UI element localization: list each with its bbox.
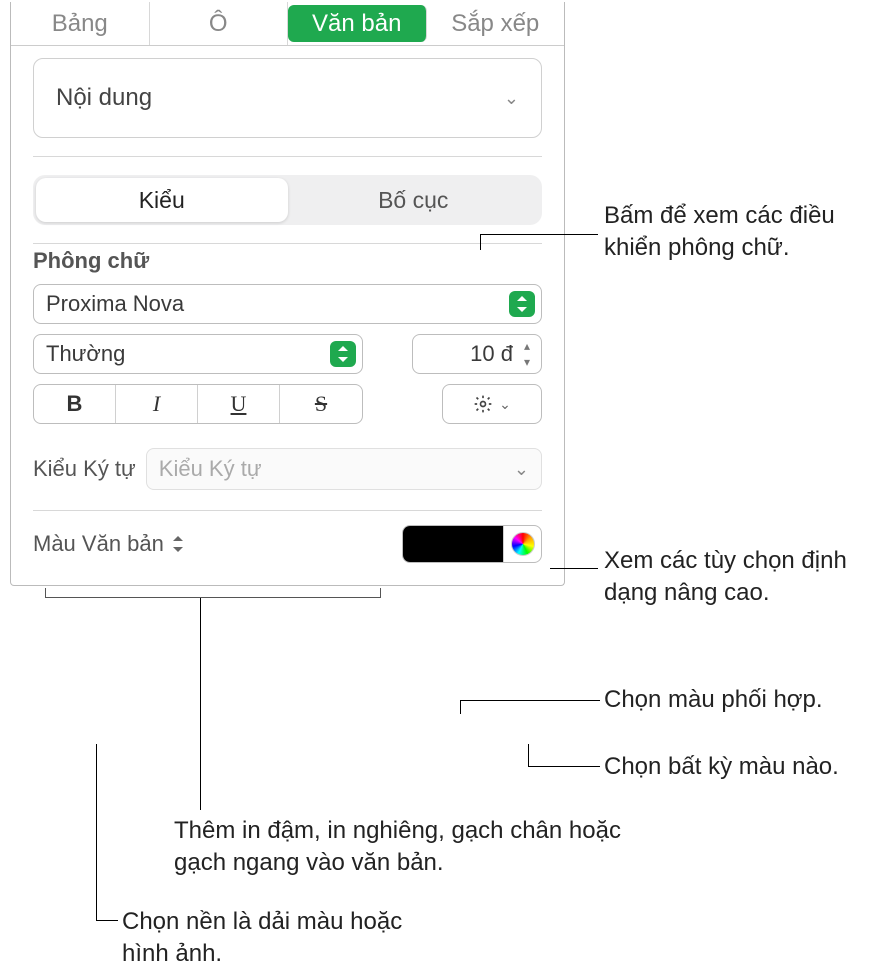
- callout-font-controls: Bấm để xem các điều khiển phông chữ.: [604, 200, 894, 265]
- callout-line: [460, 700, 461, 714]
- callout-bg: Chọn nền là dải màu hoặc hình ảnh.: [122, 906, 452, 971]
- char-style-select[interactable]: Kiểu Ký tự ⌄: [146, 448, 542, 490]
- chevron-down-icon: ⌄: [504, 88, 519, 109]
- color-wheel-icon: [511, 532, 535, 556]
- subtab-layout[interactable]: Bố cục: [288, 178, 540, 222]
- font-family-select[interactable]: Proxima Nova: [33, 284, 542, 324]
- callout-line: [550, 568, 598, 569]
- text-color-label: Màu Văn bản: [33, 531, 164, 557]
- chevron-down-icon: ⌄: [499, 396, 511, 413]
- font-family-value: Proxima Nova: [46, 291, 184, 317]
- color-wheel-button[interactable]: [503, 526, 541, 562]
- tab-table[interactable]: Bảng: [11, 2, 150, 45]
- tab-text[interactable]: Văn bản: [288, 5, 427, 42]
- bold-button[interactable]: B: [34, 385, 116, 423]
- font-size-value: 10 đ: [470, 341, 513, 367]
- tab-cell[interactable]: Ô: [150, 2, 289, 45]
- strikethrough-button[interactable]: S: [280, 385, 362, 423]
- callout-bius: Thêm in đậm, in nghiêng, gạch chân hoặc …: [174, 815, 644, 880]
- char-style-label: Kiểu Ký tự: [33, 456, 136, 482]
- advanced-options-button[interactable]: ⌄: [442, 384, 542, 424]
- style-layout-segment: Kiểu Bố cục: [33, 175, 542, 225]
- font-section-label: Phông chữ: [11, 244, 564, 284]
- callout-line: [460, 700, 600, 701]
- callout-line: [96, 744, 97, 920]
- font-weight-value: Thường: [46, 341, 125, 367]
- gear-icon: [473, 394, 493, 414]
- paragraph-style-value: Nội dung: [56, 84, 152, 112]
- text-color-well: [402, 525, 542, 563]
- dropdown-icon: [330, 341, 356, 367]
- font-size-stepper[interactable]: 10 đ ▴ ▾: [412, 334, 542, 374]
- stepper-up-icon[interactable]: ▴: [517, 339, 537, 353]
- paragraph-style-select[interactable]: Nội dung ⌄: [33, 58, 542, 138]
- callout-line: [96, 920, 118, 921]
- callout-line: [528, 766, 600, 767]
- bius-bracket: [45, 588, 381, 598]
- format-panel: Bảng Ô Văn bản Sắp xếp Nội dung ⌄ Kiểu B…: [10, 2, 565, 586]
- panel-tabs: Bảng Ô Văn bản Sắp xếp: [11, 2, 564, 46]
- callout-line: [200, 598, 201, 810]
- updown-icon[interactable]: [170, 535, 188, 553]
- tab-arrange[interactable]: Sắp xếp: [427, 2, 565, 45]
- chevron-down-icon: ⌄: [514, 459, 529, 480]
- text-format-group: B I U S: [33, 384, 363, 424]
- subtab-style[interactable]: Kiểu: [36, 178, 288, 222]
- color-swatch[interactable]: [403, 526, 503, 562]
- callout-any-color: Chọn bất kỳ màu nào.: [604, 751, 894, 783]
- callout-line: [480, 234, 481, 250]
- dropdown-icon: [509, 291, 535, 317]
- char-style-placeholder: Kiểu Ký tự: [159, 456, 262, 482]
- underline-button[interactable]: U: [198, 385, 280, 423]
- font-weight-select[interactable]: Thường: [33, 334, 363, 374]
- italic-button[interactable]: I: [116, 385, 198, 423]
- callout-advanced: Xem các tùy chọn định dạng nâng cao.: [604, 545, 894, 610]
- callout-line: [480, 234, 598, 235]
- callout-line: [528, 744, 529, 766]
- divider: [33, 156, 542, 157]
- callout-matching-color: Chọn màu phối hợp.: [604, 684, 894, 716]
- stepper-down-icon[interactable]: ▾: [517, 355, 537, 369]
